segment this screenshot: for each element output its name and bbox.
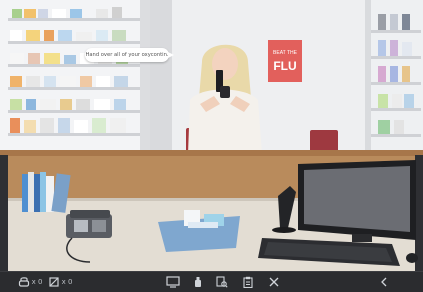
speech-bubble: Hand over all of your oxycontin.: [85, 48, 174, 62]
refuse-count: x 0: [61, 278, 73, 286]
game-scene: BEAT THE FLU Hand over all of your oxyco…: [0, 0, 423, 271]
handcuffs-count: x 0: [31, 278, 43, 286]
search-document-icon: [216, 276, 228, 288]
left-shelves: [0, 0, 150, 155]
poster-line1: BEAT THE: [273, 50, 298, 56]
mouse[interactable]: [406, 253, 418, 263]
beat-the-flu-poster: BEAT THE FLU: [268, 40, 302, 82]
back-button[interactable]: [376, 274, 392, 290]
poster-line2: FLU: [273, 59, 296, 73]
close-icon: [269, 277, 279, 287]
handcuffs-button[interactable]: x 0: [16, 274, 44, 290]
no-drug-icon: [48, 276, 60, 288]
monitor-icon: [166, 276, 180, 288]
inhaler-icon: [193, 276, 203, 288]
close-button[interactable]: [266, 274, 282, 290]
right-shelves: [365, 0, 423, 155]
monitor-button[interactable]: [164, 274, 182, 290]
inhaler-button[interactable]: [190, 274, 206, 290]
action-bar: x 0 x 0: [0, 271, 423, 292]
clipboard-icon: [243, 276, 253, 288]
refuse-button[interactable]: x 0: [46, 274, 74, 290]
search-document-button[interactable]: [214, 274, 230, 290]
back-arrow-icon: [380, 277, 388, 287]
computer-monitor[interactable]: [298, 160, 416, 242]
clipboard-button[interactable]: [240, 274, 256, 290]
binders[interactable]: [22, 172, 71, 213]
pharmacy-scene: BEAT THE FLU: [0, 0, 423, 271]
handcuffs-icon: [18, 276, 30, 288]
